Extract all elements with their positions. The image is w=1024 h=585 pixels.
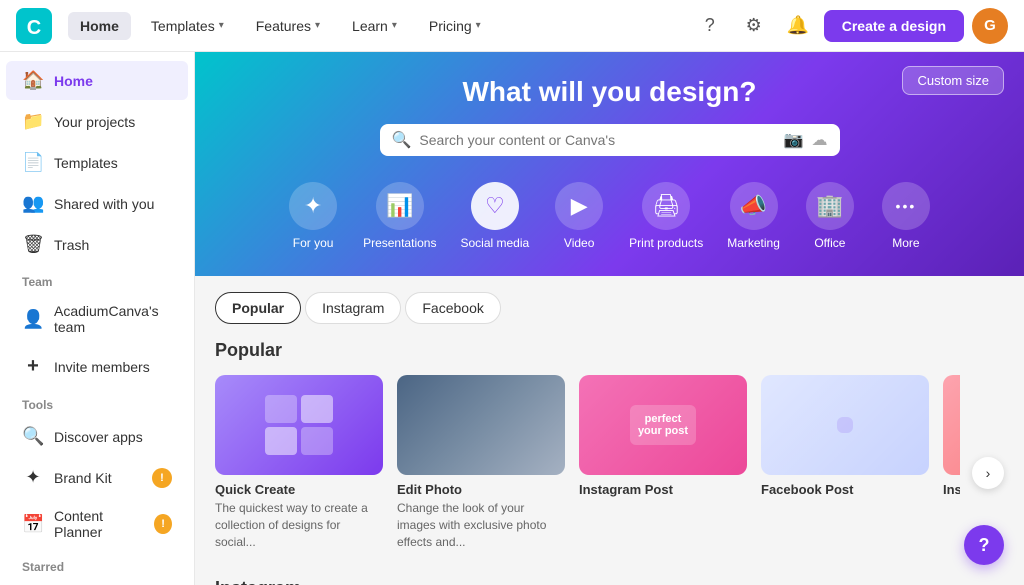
card-instagram-post-label: Instagram Post: [579, 482, 747, 497]
camera-icon[interactable]: 📷: [784, 130, 804, 150]
home-icon: 🏠: [22, 70, 44, 91]
nav-features[interactable]: Features ▾: [244, 12, 332, 40]
nav-pricing[interactable]: Pricing ▾: [417, 12, 493, 40]
tab-facebook[interactable]: Facebook: [405, 292, 500, 324]
category-video[interactable]: ▶ Video: [543, 176, 615, 256]
card-edit-photo-label: Edit Photo: [397, 482, 565, 497]
avatar[interactable]: G: [972, 8, 1008, 44]
help-icon-button[interactable]: ?: [692, 8, 728, 44]
content-area: Popular Instagram Facebook Popular: [195, 276, 1024, 585]
settings-icon-button[interactable]: ⚙: [736, 8, 772, 44]
sidebar-item-shared[interactable]: 👥 Shared with you: [6, 184, 188, 223]
sidebar-item-invite[interactable]: + Invite members: [6, 346, 188, 387]
popular-cards-row: Quick Create The quickest way to create …: [215, 375, 960, 550]
custom-size-button[interactable]: Custom size: [902, 66, 1004, 95]
search-icon: 🔍: [392, 130, 412, 150]
logo[interactable]: C: [16, 8, 52, 44]
trash-icon: 🗑: [22, 234, 44, 255]
presentations-icon: 📊: [376, 182, 424, 230]
sidebar-item-projects[interactable]: 📁 Your projects: [6, 102, 188, 141]
chevron-down-icon: ▾: [219, 20, 224, 31]
sidebar-item-discover[interactable]: 🔍 Discover apps: [6, 417, 188, 456]
create-design-button[interactable]: Create a design: [824, 10, 964, 42]
planner-icon: 📅: [22, 514, 44, 535]
more-icon: •••: [882, 182, 930, 230]
sidebar-item-brand-kit[interactable]: ✦ Brand Kit !: [6, 458, 188, 497]
nav-learn[interactable]: Learn ▾: [340, 12, 409, 40]
template-icon: 📄: [22, 152, 44, 173]
card-quick-create-label: Quick Create: [215, 482, 383, 497]
hero-section: Custom size What will you design? 🔍 📷 ☁ …: [195, 52, 1024, 276]
office-icon: 🏢: [806, 182, 854, 230]
instagram-section-title: Instagram: [215, 578, 1004, 585]
category-foryou[interactable]: ✦ For you: [277, 176, 349, 256]
popular-section-title: Popular: [215, 340, 1004, 361]
nav-templates[interactable]: Templates ▾: [139, 12, 236, 40]
marketing-icon: 📣: [730, 182, 778, 230]
main-content: Custom size What will you design? 🔍 📷 ☁ …: [195, 52, 1024, 585]
category-presentations[interactable]: 📊 Presentations: [353, 176, 446, 256]
card-edit-photo[interactable]: Edit Photo Change the look of your image…: [397, 375, 565, 550]
chevron-down-icon: ▾: [315, 20, 320, 31]
nav-home[interactable]: Home: [68, 12, 131, 40]
chevron-down-icon: ▾: [392, 20, 397, 31]
card-quick-create[interactable]: Quick Create The quickest way to create …: [215, 375, 383, 550]
svg-text:C: C: [27, 17, 41, 39]
sidebar: 🏠 Home 📁 Your projects 📄 Templates 👥 Sha…: [0, 52, 195, 585]
discover-icon: 🔍: [22, 426, 44, 447]
card-quick-create-desc: The quickest way to create a collection …: [215, 500, 383, 550]
upload-icon[interactable]: ☁: [812, 130, 828, 150]
search-bar: 🔍 📷 ☁: [380, 124, 840, 156]
sidebar-item-trash[interactable]: 🗑 Trash: [6, 225, 188, 264]
add-icon: +: [22, 355, 44, 378]
tab-popular[interactable]: Popular: [215, 292, 301, 324]
starred-section-header: Starred: [0, 550, 194, 578]
category-more[interactable]: ••• More: [870, 176, 942, 256]
card-facebook-post[interactable]: Facebook Post: [761, 375, 929, 550]
card-instagram-story-label: Instagram Story: [943, 482, 960, 497]
sidebar-item-home[interactable]: 🏠 Home: [6, 61, 188, 100]
sidebar-item-team[interactable]: 👤 AcadiumCanva's team: [6, 294, 188, 344]
category-office[interactable]: 🏢 Office: [794, 176, 866, 256]
card-edit-photo-desc: Change the look of your images with excl…: [397, 500, 565, 550]
sidebar-item-pinterest[interactable]: ● Pinterest: [6, 579, 188, 585]
sidebar-item-templates[interactable]: 📄 Templates: [6, 143, 188, 182]
help-bubble-button[interactable]: ?: [964, 525, 1004, 565]
video-icon: ▶: [555, 182, 603, 230]
team-section-header: Team: [0, 265, 194, 293]
search-input[interactable]: [419, 132, 775, 148]
app-container: C Home Templates ▾ Features ▾ Learn ▾ Pr…: [0, 0, 1024, 585]
category-list: ✦ For you 📊 Presentations ♡ Social media…: [227, 176, 992, 256]
foryou-icon: ✦: [289, 182, 337, 230]
print-icon: 🖨: [642, 182, 690, 230]
brand-kit-badge: !: [152, 468, 172, 488]
chevron-down-icon: ▾: [476, 20, 481, 31]
tools-section-header: Tools: [0, 388, 194, 416]
brand-icon: ✦: [22, 467, 44, 488]
shared-icon: 👥: [22, 193, 44, 214]
tab-instagram[interactable]: Instagram: [305, 292, 401, 324]
top-navigation: C Home Templates ▾ Features ▾ Learn ▾ Pr…: [0, 0, 1024, 52]
folder-icon: 📁: [22, 111, 44, 132]
body: 🏠 Home 📁 Your projects 📄 Templates 👥 Sha…: [0, 52, 1024, 585]
sidebar-item-content-planner[interactable]: 📅 Content Planner !: [6, 499, 188, 549]
tab-bar: Popular Instagram Facebook: [215, 292, 1004, 324]
social-media-icon: ♡: [471, 182, 519, 230]
next-arrow-button[interactable]: ›: [972, 457, 1004, 489]
notifications-icon-button[interactable]: 🔔: [780, 8, 816, 44]
card-facebook-post-label: Facebook Post: [761, 482, 929, 497]
card-instagram-story[interactable]: EngageyourAudience Instagram Story: [943, 375, 960, 550]
team-icon: 👤: [22, 309, 44, 330]
card-instagram-post[interactable]: perfectyour post Instagram Post: [579, 375, 747, 550]
category-social-media[interactable]: ♡ Social media: [450, 176, 539, 256]
category-marketing[interactable]: 📣 Marketing: [717, 176, 790, 256]
category-print-products[interactable]: 🖨 Print products: [619, 176, 713, 256]
hero-title: What will you design?: [227, 76, 992, 108]
planner-badge: !: [154, 514, 172, 534]
